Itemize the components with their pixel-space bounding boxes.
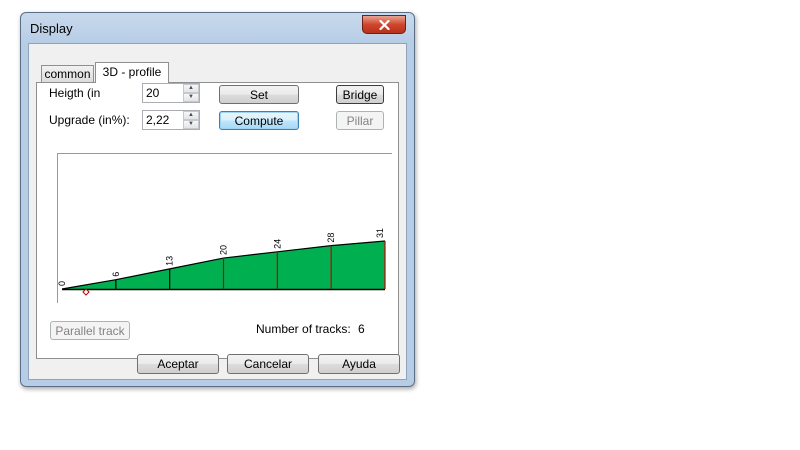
upgrade-up-arrow-icon[interactable]: ▲ [183,111,199,120]
tab-3d-profile[interactable]: 3D - profile [95,62,169,83]
accept-button[interactable]: Aceptar [137,354,219,374]
help-button[interactable]: Ayuda [318,354,400,374]
window-title: Display [30,21,73,36]
height-spinner[interactable]: ▲ ▼ [142,83,200,103]
close-button[interactable] [362,15,406,34]
bridge-button[interactable]: Bridge [336,85,384,104]
display-dialog: Display common 3D - profile Heigth (in ▲… [20,12,415,387]
tab-common[interactable]: common [41,65,94,82]
number-of-tracks-value: 6 [358,322,365,336]
tab-panel-3d-profile: Heigth (in ▲ ▼ Set Bridge Upgrade (in%):… [36,82,399,359]
number-of-tracks-label: Number of tracks: [256,322,351,336]
point-label: 6 [111,272,121,277]
height-up-arrow-icon[interactable]: ▲ [183,84,199,93]
upgrade-down-arrow-icon[interactable]: ▼ [183,120,199,129]
profile-chart: 0 6 13 20 24 28 31 [57,153,392,303]
point-label: 24 [272,239,282,249]
point-label: 28 [326,233,336,243]
height-down-arrow-icon[interactable]: ▼ [183,93,199,102]
parallel-track-button[interactable]: Parallel track [50,321,130,340]
title-bar[interactable]: Display [21,13,414,43]
profile-chart-svg: 0 6 13 20 24 28 31 [57,153,392,303]
close-icon [378,19,390,30]
cancel-button[interactable]: Cancelar [227,354,309,374]
upgrade-input[interactable] [143,111,184,129]
height-input[interactable] [143,84,184,102]
pillar-button[interactable]: Pillar [336,111,384,130]
height-label: Heigth (in [49,86,101,100]
compute-button[interactable]: Compute [219,111,299,130]
set-button[interactable]: Set [219,85,299,104]
point-label: 0 [57,281,67,286]
dialog-client-area: common 3D - profile Heigth (in ▲ ▼ Set B… [28,43,407,380]
upgrade-spinner[interactable]: ▲ ▼ [142,110,200,130]
point-label: 13 [165,256,175,266]
point-label: 20 [219,245,229,255]
point-label: 31 [375,228,385,238]
upgrade-label: Upgrade (in%): [49,113,130,127]
